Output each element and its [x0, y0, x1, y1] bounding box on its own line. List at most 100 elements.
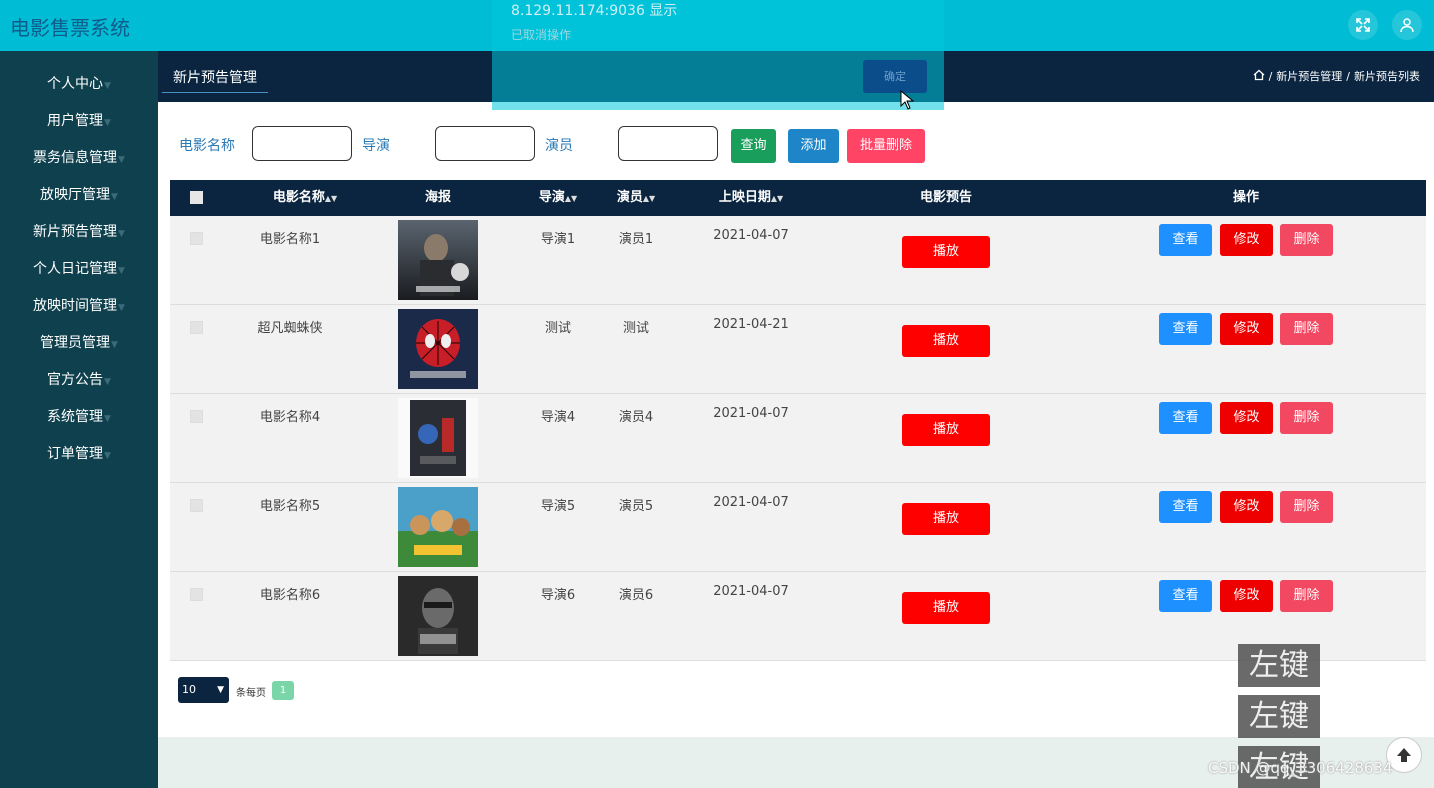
table-row: 电影名称5 导演5 演员5 2021-04-07 播放 查看 修改 删除 [170, 483, 1426, 572]
delete-button[interactable]: 删除 [1280, 491, 1333, 523]
view-button[interactable]: 查看 [1159, 491, 1212, 523]
select-all-checkbox[interactable] [190, 191, 203, 204]
cell-date: 2021-04-21 [713, 317, 789, 332]
col-date-label: 上映日期 [718, 190, 771, 205]
edit-button[interactable]: 修改 [1220, 491, 1273, 523]
chevron-down-icon: ▼ [104, 118, 111, 128]
actor-label: 演员 [545, 138, 573, 154]
dialog-ok-button[interactable]: 确定 [863, 60, 927, 93]
cell-date: 2021-04-07 [713, 495, 789, 510]
sidebar-item-trailers[interactable]: 新片预告管理▼ [0, 214, 158, 251]
poster-image [398, 576, 478, 656]
breadcrumb-separator: / [1268, 69, 1273, 83]
chevron-down-icon: ▼ [118, 229, 125, 239]
actor-input[interactable] [618, 126, 718, 161]
col-name[interactable]: 电影名称▲▼ [250, 180, 360, 216]
cell-director: 导演1 [540, 232, 576, 247]
delete-button[interactable]: 删除 [1280, 224, 1333, 256]
table-row: 电影名称4 导演4 演员4 2021-04-07 播放 查看 修改 删除 [170, 394, 1426, 483]
page-number[interactable]: 1 [272, 681, 294, 700]
play-trailer-button[interactable]: 播放 [902, 503, 990, 535]
cell-director: 导演5 [540, 499, 576, 514]
play-trailer-button[interactable]: 播放 [902, 236, 990, 268]
breadcrumb-item[interactable]: 新片预告管理 [1276, 68, 1342, 84]
row-checkbox[interactable] [190, 499, 203, 512]
sidebar-item-label: 官方公告 [47, 372, 104, 388]
sidebar-item-system[interactable]: 系统管理▼ [0, 399, 158, 436]
edit-button[interactable]: 修改 [1220, 402, 1273, 434]
delete-button[interactable]: 删除 [1280, 402, 1333, 434]
sidebar-item-label: 放映厅管理 [40, 187, 111, 203]
cell-name: 电影名称1 [259, 232, 321, 247]
play-trailer-button[interactable]: 播放 [902, 325, 990, 357]
sidebar-item-announcements[interactable]: 官方公告▼ [0, 362, 158, 399]
sidebar-item-label: 个人中心 [47, 76, 104, 92]
row-checkbox[interactable] [190, 410, 203, 423]
cell-actor: 演员6 [618, 588, 654, 603]
cell-date: 2021-04-07 [713, 406, 789, 421]
director-label: 导演 [362, 138, 390, 154]
col-name-label: 电影名称 [272, 190, 325, 205]
delete-button[interactable]: 删除 [1280, 313, 1333, 345]
row-checkbox[interactable] [190, 321, 203, 334]
sort-icon[interactable]: ▲▼ [771, 194, 783, 203]
sidebar-item-users[interactable]: 用户管理▼ [0, 103, 158, 140]
chevron-down-icon: ▼ [104, 414, 111, 424]
cell-date: 2021-04-07 [713, 584, 789, 599]
chevron-down-icon: ▼ [111, 340, 118, 350]
sidebar-item-admins[interactable]: 管理员管理▼ [0, 325, 158, 362]
col-actor[interactable]: 演员▲▼ [606, 180, 666, 216]
add-button[interactable]: 添加 [788, 129, 839, 163]
view-button[interactable]: 查看 [1159, 402, 1212, 434]
edit-button[interactable]: 修改 [1220, 313, 1273, 345]
sidebar-item-halls[interactable]: 放映厅管理▼ [0, 177, 158, 214]
cell-name: 电影名称6 [259, 588, 321, 603]
delete-button[interactable]: 删除 [1280, 580, 1333, 612]
play-trailer-button[interactable]: 播放 [902, 414, 990, 446]
query-button[interactable]: 查询 [731, 129, 776, 163]
sort-icon[interactable]: ▲▼ [643, 194, 655, 203]
chevron-down-icon: ▼ [104, 451, 111, 461]
director-input[interactable] [435, 126, 535, 161]
alert-dialog: 8.129.11.174:9036 显示 已取消操作 确定 [492, 0, 944, 110]
sidebar-item-label: 订单管理 [47, 446, 104, 462]
tab-trailer-management[interactable]: 新片预告管理 [162, 65, 268, 93]
sidebar-item-diary[interactable]: 个人日记管理▼ [0, 251, 158, 288]
per-page-label: 条每页 [236, 688, 266, 699]
sidebar: 个人中心▼ 用户管理▼ 票务信息管理▼ 放映厅管理▼ 新片预告管理▼ 个人日记管… [0, 51, 158, 788]
sidebar-item-personal-center[interactable]: 个人中心▼ [0, 66, 158, 103]
view-button[interactable]: 查看 [1159, 580, 1212, 612]
col-actions: 操作 [1232, 190, 1259, 205]
user-icon[interactable] [1392, 10, 1422, 40]
cell-name: 电影名称5 [259, 499, 321, 514]
breadcrumb: / 新片预告管理 / 新片预告列表 [1253, 68, 1420, 84]
play-trailer-button[interactable]: 播放 [902, 592, 990, 624]
cell-director: 测试 [544, 321, 571, 336]
cell-actor: 演员5 [618, 499, 654, 514]
sidebar-item-label: 系统管理 [47, 409, 104, 425]
home-icon[interactable] [1253, 69, 1265, 84]
row-checkbox[interactable] [190, 232, 203, 245]
sort-icon[interactable]: ▲▼ [565, 194, 577, 203]
batch-delete-button[interactable]: 批量删除 [847, 129, 925, 163]
movie-name-label: 电影名称 [179, 138, 235, 154]
col-director-label: 导演 [538, 190, 565, 205]
col-date[interactable]: 上映日期▲▼ [698, 180, 804, 216]
cursor-icon [900, 89, 915, 114]
sidebar-item-label: 管理员管理 [40, 335, 111, 351]
key-press-overlay: 左键 [1238, 644, 1320, 687]
edit-button[interactable]: 修改 [1220, 580, 1273, 612]
sidebar-item-label: 新片预告管理 [33, 224, 118, 240]
page-size-select[interactable]: 10 ▼ [178, 677, 229, 703]
sidebar-item-orders[interactable]: 订单管理▼ [0, 436, 158, 473]
sort-icon[interactable]: ▲▼ [325, 194, 337, 203]
movie-name-input[interactable] [252, 126, 352, 161]
fullscreen-icon[interactable] [1348, 10, 1378, 40]
edit-button[interactable]: 修改 [1220, 224, 1273, 256]
view-button[interactable]: 查看 [1159, 313, 1212, 345]
row-checkbox[interactable] [190, 588, 203, 601]
sidebar-item-tickets[interactable]: 票务信息管理▼ [0, 140, 158, 177]
view-button[interactable]: 查看 [1159, 224, 1212, 256]
col-director[interactable]: 导演▲▼ [528, 180, 588, 216]
sidebar-item-showtimes[interactable]: 放映时间管理▼ [0, 288, 158, 325]
